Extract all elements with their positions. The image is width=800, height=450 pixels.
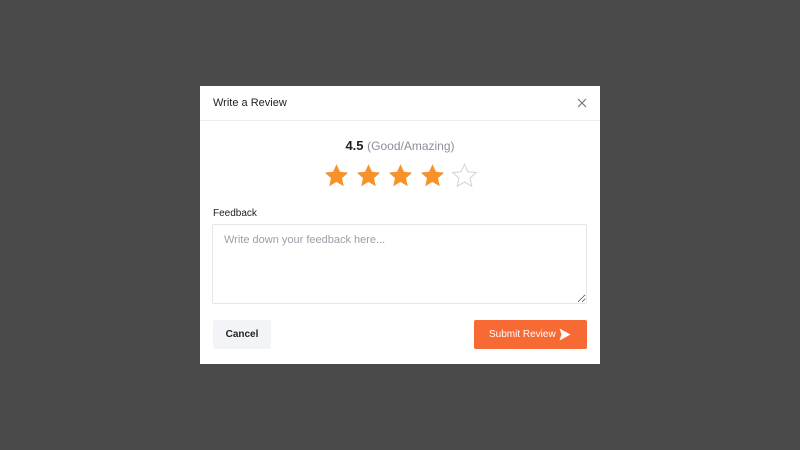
feedback-label: Feedback	[213, 208, 257, 219]
star-filled-icon[interactable]	[355, 162, 382, 189]
modal-header: Write a Review	[200, 86, 600, 121]
star-empty-icon[interactable]	[451, 162, 478, 189]
close-icon	[577, 98, 587, 108]
feedback-textarea[interactable]	[212, 224, 587, 304]
modal-title: Write a Review	[213, 97, 287, 109]
rating-summary: 4.5 (Good/Amazing)	[200, 138, 600, 154]
submit-review-label: Submit Review	[489, 329, 556, 340]
cancel-button[interactable]: Cancel	[213, 320, 271, 349]
send-icon	[559, 328, 571, 341]
rating-value: 4.5	[345, 138, 364, 153]
review-modal: Write a Review 4.5 (Good/Amazing) Feedba…	[200, 86, 600, 364]
star-rating[interactable]	[200, 162, 600, 189]
rating-description: (Good/Amazing)	[367, 139, 455, 153]
star-filled-icon[interactable]	[387, 162, 414, 189]
submit-review-button[interactable]: Submit Review	[474, 320, 587, 349]
star-filled-icon[interactable]	[419, 162, 446, 189]
close-button[interactable]	[574, 95, 590, 111]
star-filled-icon[interactable]	[323, 162, 350, 189]
